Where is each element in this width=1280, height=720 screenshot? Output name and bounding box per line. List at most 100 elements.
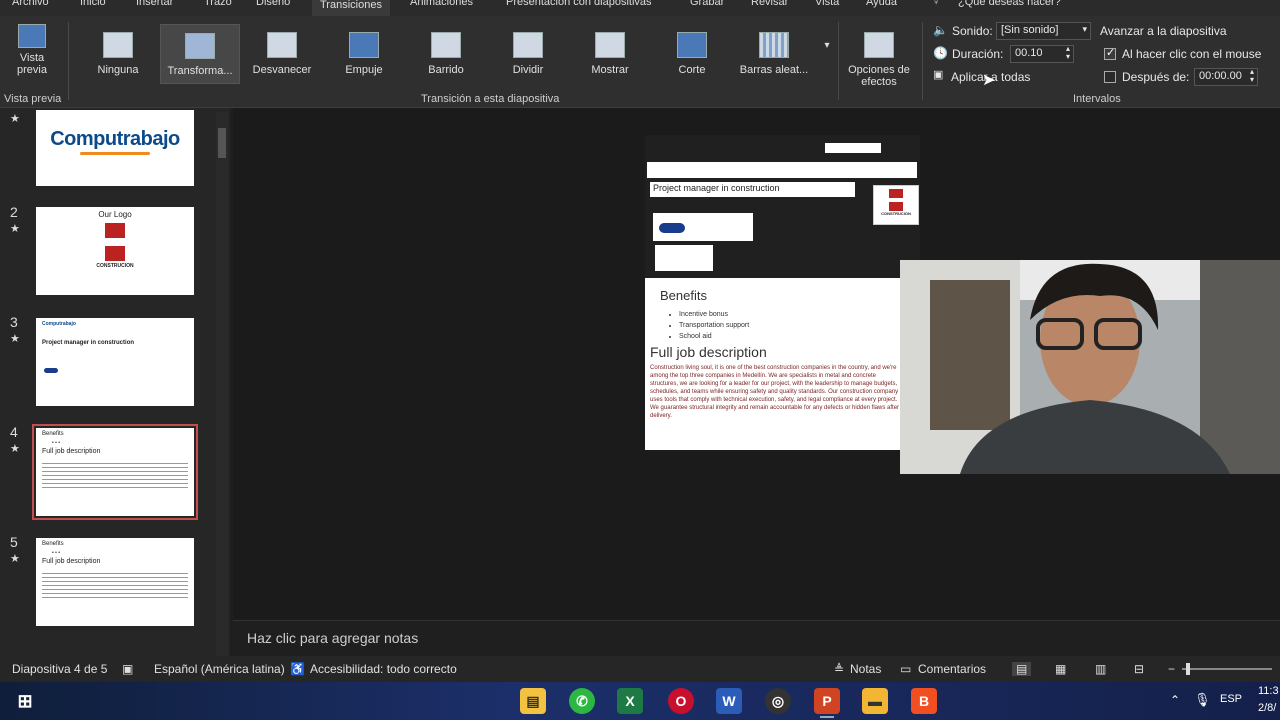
on-click-label: Al hacer clic con el mouse [1122,47,1262,61]
transition-desvanecer[interactable]: Desvanecer [244,24,320,84]
tab-revisar[interactable]: Revisar [751,0,788,8]
sound-select[interactable]: [Sin sonido] ▾ [996,22,1091,40]
transition-ninguna[interactable]: Ninguna [80,24,156,84]
thumb-title: Benefits [42,541,64,547]
advance-title: Avanzar a la diapositiva [1100,24,1227,38]
tab-insertar[interactable]: Insertar [136,0,173,8]
comments-button[interactable]: Comentarios [918,662,986,676]
effect-options-label: Opciones de efectos [848,64,910,88]
slide-top-section: Project manager in construction CONSTRUC… [645,135,920,280]
preview-icon [18,24,46,48]
transition-barras[interactable]: Barras aleat... [736,24,812,84]
accessibility-icon: ♿ [290,662,305,676]
transition-label: Corte [678,64,706,76]
slide-thumb-1[interactable]: Computrabajo [36,110,194,186]
random-bars-icon [759,32,789,58]
preview-group-label: Vista previa [4,93,62,105]
morph-transition-icon [185,33,215,59]
transition-transforma[interactable]: Transforma... [160,24,240,84]
tab-animaciones[interactable]: Animaciones [410,0,473,8]
slide-thumb-3[interactable]: Computrabajo Project manager in construc… [36,318,194,406]
notes-pane[interactable]: Haz clic para agregar notas [233,620,1280,656]
tab-presentacion[interactable]: Presentación con diapositivas [506,0,652,8]
clock-icon: 🕓 [933,46,948,60]
word-icon[interactable]: W [716,688,742,714]
gallery-more-button[interactable]: ▾ [818,40,836,70]
benefit-item: School aid [679,331,749,342]
whatsapp-icon[interactable]: ✆ [569,688,595,714]
transition-label: Dividir [512,64,544,76]
transition-label: Empuje [345,64,383,76]
on-click-checkbox[interactable] [1104,46,1116,60]
tab-archivo[interactable]: Archivo [12,0,49,8]
slide-number: 3 [10,314,18,330]
notes-placeholder[interactable]: Haz clic para agregar notas [247,630,418,646]
slide-sorter-icon[interactable]: ▦ [1055,662,1066,676]
tray-chevron-icon[interactable]: ⌃ [1170,693,1180,707]
normal-view-icon[interactable]: ▤ [1012,662,1032,676]
excel-icon[interactable]: X [617,688,643,714]
effect-options-button[interactable]: Opciones de efectos [842,24,916,88]
thumb-subtitle: Full job description [42,558,101,565]
speaker-icon: 🔈 [933,23,948,37]
reading-view-icon[interactable]: ▥ [1095,662,1106,676]
thumb-header: Computrabajo [42,321,76,327]
thumb-title: Project manager in construction [42,340,135,346]
after-checkbox[interactable] [1104,71,1116,83]
obs-icon[interactable]: ◎ [765,688,791,714]
microphone-icon[interactable]: 🎙 [1194,692,1211,708]
slide-thumb-2[interactable]: Our Logo CONSTRUCION [36,207,194,295]
tab-transiciones[interactable]: Transiciones [312,0,390,16]
powerpoint-icon[interactable]: P [814,688,840,714]
zoom-out-icon[interactable]: − [1168,662,1175,676]
spinner-arrows-icon: ▴ ▾ [1249,67,1254,84]
scrollbar-thumb[interactable] [218,128,226,158]
tab-ayuda[interactable]: Ayuda [866,0,897,8]
opera-icon[interactable]: O [668,688,694,714]
logo-caption: CONSTRUCION [881,211,911,216]
notes-button[interactable]: Notas [850,662,881,676]
zoom-slider-thumb[interactable] [1186,663,1190,675]
company-logo: CONSTRUCION [873,185,919,225]
clock-time[interactable]: 11:3 [1258,685,1279,697]
tab-diseno[interactable]: Diseño [256,0,290,8]
thumb-subtitle: Full job description [42,448,101,455]
timing-group-label: Intervalos [1073,93,1121,105]
transition-mostrar[interactable]: Mostrar [572,24,648,84]
search-box[interactable]: ¿Qué deseas hacer? [958,0,1061,8]
transition-barrido[interactable]: Barrido [408,24,484,84]
slide-thumb-4-selected[interactable]: Benefits • • • Full job description [32,424,198,520]
transition-corte[interactable]: Corte [654,24,730,84]
ribbon: Vista previa Vista previa Ninguna Transf… [0,16,1280,108]
spellcheck-icon[interactable]: ▣ [122,662,133,676]
after-spinner[interactable]: 00:00.00 ▴ ▾ [1194,68,1258,86]
windows-taskbar: ⊞ ▤ ✆ X O W ◎ P ▬ B ⌃ 🎙 ESP 11:3 2/8/ [0,682,1280,720]
slideshow-icon[interactable]: ⊟ [1134,662,1144,676]
slide-thumb-5[interactable]: Benefits • • • Full job description [36,538,194,626]
transition-dividir[interactable]: Dividir [490,24,566,84]
tab-vista[interactable]: Vista [815,0,839,8]
zoom-slider[interactable] [1182,663,1272,675]
duration-label: Duración: [952,47,1004,61]
language-indicator[interactable]: Español (América latina) [154,662,285,676]
sound-value: [Sin sonido] [1001,24,1059,36]
slide-counter: Diapositiva 4 de 5 [12,662,108,676]
preview-button[interactable]: Vista previa [4,20,60,80]
brave-icon[interactable]: B [911,688,937,714]
transition-label: Barrido [428,64,464,76]
store-icon[interactable]: ▤ [520,688,546,714]
input-language[interactable]: ESP [1220,693,1242,705]
tab-inicio[interactable]: Inicio [80,0,106,8]
accessibility-status[interactable]: Accesibilidad: todo correcto [310,662,457,676]
duration-spinner[interactable]: 00.10 ▴ ▾ [1010,45,1074,63]
clock-date[interactable]: 2/8/ [1258,702,1276,714]
windows-start-icon[interactable]: ⊞ [12,688,38,714]
webcam-person-image [900,260,1280,474]
transition-empuje[interactable]: Empuje [326,24,402,84]
file-explorer-icon[interactable]: ▬ [862,688,888,714]
thumbnails-scrollbar[interactable] [216,112,228,656]
tab-trazo[interactable]: Trazo [204,0,232,8]
tab-grabar[interactable]: Grabar [690,0,724,8]
benefits-heading: Benefits [660,288,707,303]
current-slide[interactable]: Project manager in construction CONSTRUC… [645,135,920,450]
